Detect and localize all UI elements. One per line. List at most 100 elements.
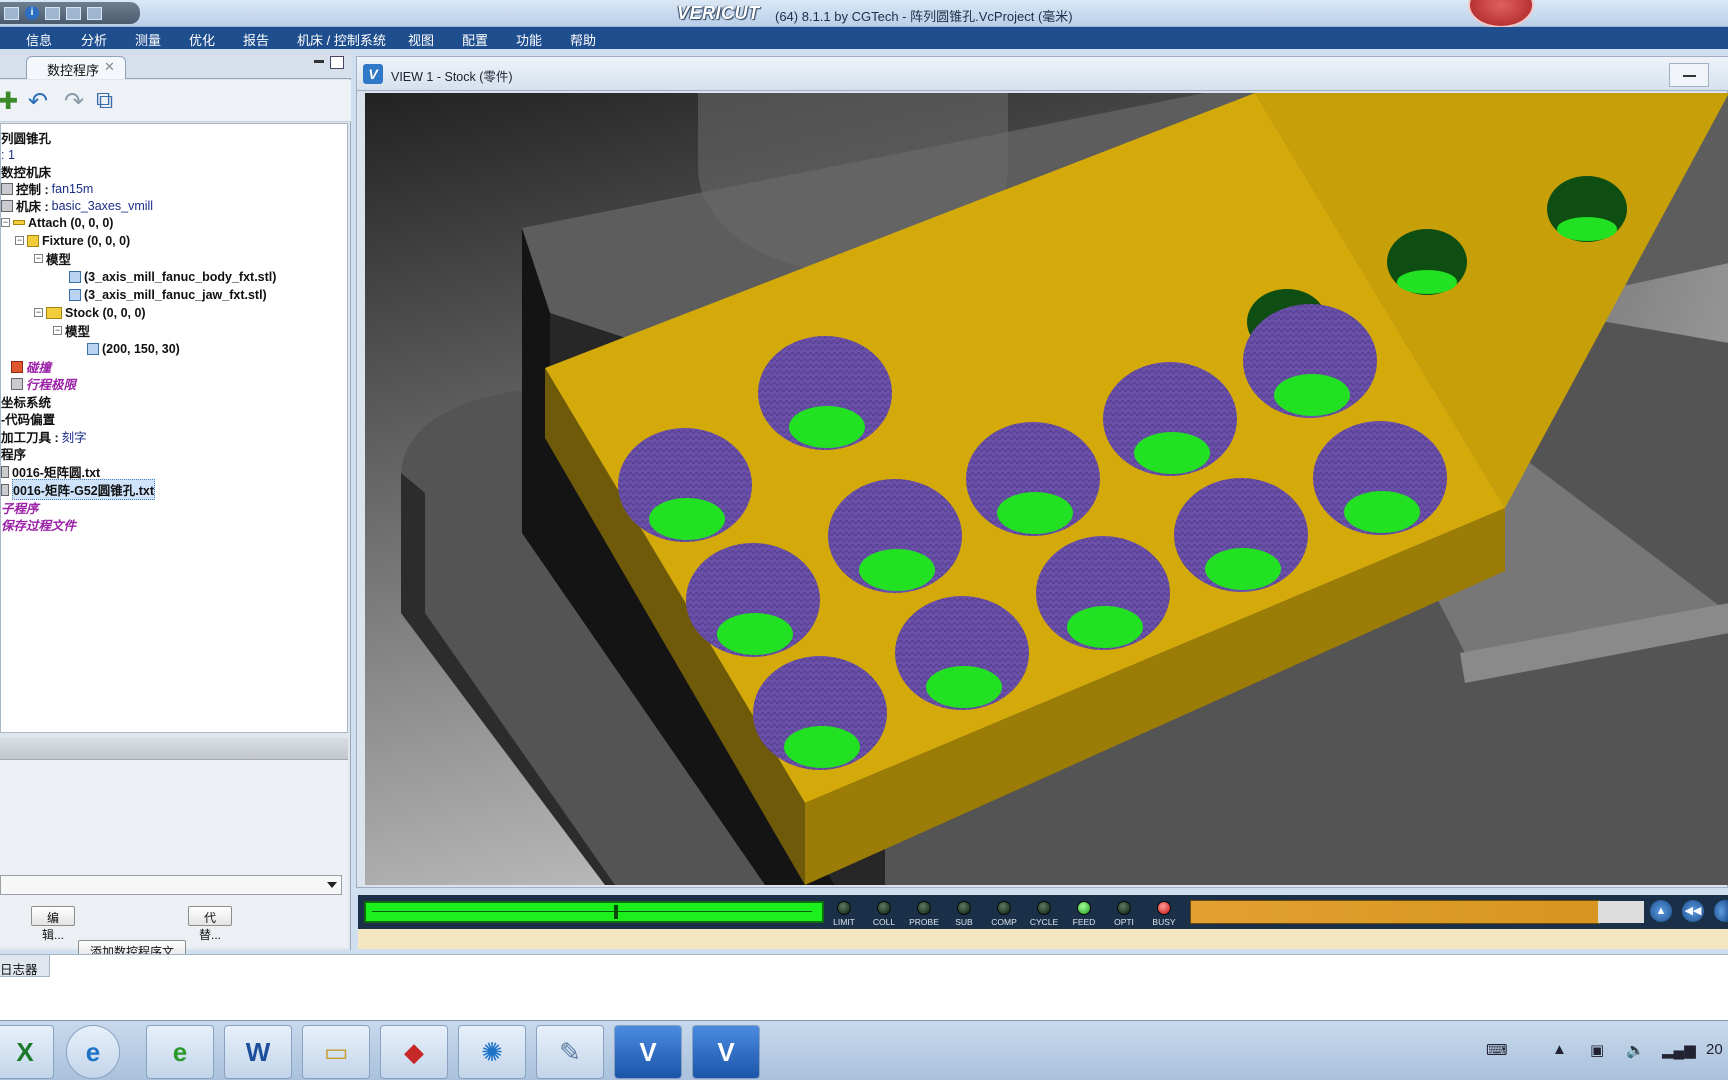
tree-node-subroutines[interactable]: 子程序 xyxy=(1,499,39,516)
vericut-window-1-icon[interactable]: V xyxy=(614,1025,682,1079)
info-icon[interactable]: i xyxy=(25,6,39,20)
machining-simulation xyxy=(365,93,1728,885)
progress-slider-thumb[interactable] xyxy=(614,905,618,919)
vericut-window-2-icon[interactable]: V xyxy=(692,1025,760,1079)
step-icon[interactable] xyxy=(1714,900,1728,922)
add-icon[interactable]: ✚ xyxy=(0,87,18,116)
simulation-progress-bar[interactable] xyxy=(364,901,824,923)
collapse-icon[interactable]: − xyxy=(53,326,62,335)
split-view-icon[interactable] xyxy=(66,6,81,20)
network-tray-icon[interactable]: ▣ xyxy=(1590,1041,1604,1059)
word-icon[interactable]: W xyxy=(224,1025,292,1079)
collapse-icon[interactable]: − xyxy=(1,218,10,227)
menu-info[interactable]: 信息 xyxy=(26,30,52,49)
tree-node-nc-machine[interactable]: 数控机床 xyxy=(1,163,51,180)
collapse-icon[interactable]: − xyxy=(34,308,43,317)
tree-node-collision[interactable]: 碰撞 xyxy=(11,358,51,375)
window-title: (64) 8.1.1 by CGTech - 阵列圆锥孔.VcProject (… xyxy=(775,9,1073,24)
menu-measure[interactable]: 测量 xyxy=(135,30,161,49)
tree-node-fixture[interactable]: − Fixture (0, 0, 0) xyxy=(15,232,130,249)
tree-node-program-1[interactable]: 0016-矩阵圆.txt xyxy=(1,463,100,480)
browser-icon[interactable]: e xyxy=(146,1025,214,1079)
collapse-icon[interactable]: − xyxy=(34,254,43,263)
app-menu-icon[interactable] xyxy=(4,6,19,20)
signal-icon[interactable]: ▂▄▆ xyxy=(1662,1041,1696,1059)
reset-model-icon[interactable]: ▲ xyxy=(1650,900,1672,922)
hole-bottom xyxy=(1274,374,1350,416)
hole-bottom xyxy=(649,498,725,540)
tree-node-machine[interactable]: 机床 : basic_3axes_vmill xyxy=(1,197,153,214)
menu-config[interactable]: 配置 xyxy=(462,30,488,49)
cad-app-icon[interactable]: ◆ xyxy=(380,1025,448,1079)
panel-splitter[interactable] xyxy=(0,738,348,760)
tree-node-travel-limits[interactable]: 行程极限 xyxy=(11,375,76,392)
menu-machine-control[interactable]: 机床 / 控制系统 xyxy=(297,30,386,49)
menu-optimize[interactable]: 优化 xyxy=(189,30,215,49)
file-icon xyxy=(1,483,9,496)
program-type-select[interactable] xyxy=(0,875,342,895)
undo-icon[interactable]: ↶ xyxy=(28,87,48,116)
tree-node-control[interactable]: 控制 : fan15m xyxy=(1,180,93,197)
panel-float-icon[interactable] xyxy=(330,56,344,69)
tree-node-block[interactable]: (200, 150, 30) xyxy=(87,340,180,357)
tree-node-saved-in-process[interactable]: 保存过程文件 xyxy=(1,516,76,533)
replace-button[interactable]: 代替... xyxy=(188,906,232,942)
edit-button[interactable]: 编辑... xyxy=(31,906,75,942)
view-title: VIEW 1 - Stock (零件) xyxy=(391,70,513,84)
animation-speed-bar[interactable] xyxy=(1190,900,1600,924)
notepad-icon[interactable]: ✎ xyxy=(536,1025,604,1079)
logger-panel: 日志器 xyxy=(0,954,1728,1020)
quad-view-icon[interactable] xyxy=(87,6,102,20)
rewind-icon[interactable]: ◀◀ xyxy=(1682,900,1704,922)
tree-node-g-code-offsets[interactable]: -代码偏置 xyxy=(1,410,55,427)
view-minimize-button[interactable] xyxy=(1669,63,1709,87)
tab-close-icon[interactable]: ✕ xyxy=(104,59,115,75)
travel-limit-icon xyxy=(11,377,23,390)
tab-label: 数控程序 xyxy=(47,63,100,78)
led-sub: SUB xyxy=(946,901,982,927)
tree-node-tooling[interactable]: 加工刀具 : 刻字 xyxy=(1,428,87,445)
keyboard-icon[interactable]: ⌨ xyxy=(1486,1041,1508,1059)
vericut-logo-icon: V xyxy=(363,64,383,84)
animation-speed-remaining xyxy=(1598,901,1644,923)
3d-scene[interactable] xyxy=(365,93,1728,885)
chevron-down-icon xyxy=(327,882,337,888)
led-opti: OPTI xyxy=(1106,901,1142,927)
panel-minimize-icon[interactable] xyxy=(314,60,324,63)
tree-node-body-stl[interactable]: (3_axis_mill_fanuc_body_fxt.stl) xyxy=(69,268,276,285)
tree-node-program-2[interactable]: 0016-矩阵-G52圆锥孔.txt xyxy=(1,479,156,500)
menu-report[interactable]: 报告 xyxy=(243,30,269,49)
file-explorer-icon[interactable]: ▭ xyxy=(302,1025,370,1079)
volume-icon[interactable]: 🔈 xyxy=(1626,1041,1645,1059)
graphics-view: V VIEW 1 - Stock (零件) xyxy=(356,56,1728,888)
tree-node-coordinate-system[interactable]: 坐标系统 xyxy=(1,393,51,410)
block-icon xyxy=(87,342,99,355)
tree-node-stock-model[interactable]: − 模型 xyxy=(53,322,90,339)
tree-node-nc-programs[interactable]: 程序 xyxy=(1,445,26,462)
clock[interactable]: 20 xyxy=(1706,1041,1723,1058)
record-button[interactable] xyxy=(1468,0,1534,28)
copy-icon[interactable]: ⧉ xyxy=(96,87,113,115)
tree-node-setup[interactable]: : 1 xyxy=(1,146,15,163)
single-view-icon[interactable] xyxy=(45,6,60,20)
redo-icon[interactable]: ↷ xyxy=(64,87,84,116)
collapse-icon[interactable]: − xyxy=(15,236,24,245)
tree-node-stock[interactable]: − Stock (0, 0, 0) xyxy=(34,304,146,321)
view-title-bar: V VIEW 1 - Stock (零件) xyxy=(357,57,1728,91)
menu-function[interactable]: 功能 xyxy=(516,30,542,49)
feed-led-icon xyxy=(1077,901,1091,915)
menu-help[interactable]: 帮助 xyxy=(570,30,596,49)
show-hidden-icons-icon[interactable]: ▲ xyxy=(1552,1041,1567,1058)
tree-node-project[interactable]: 列圆锥孔 xyxy=(1,129,51,146)
tab-logger[interactable]: 日志器 xyxy=(0,955,50,977)
tree-node-jaw-stl[interactable]: (3_axis_mill_fanuc_jaw_fxt.stl) xyxy=(69,286,267,303)
windows-taskbar: X e e W ▭ ◆ ✺ ✎ V V ⌨ ▲ ▣ 🔈 ▂▄▆ 20 xyxy=(0,1020,1728,1080)
menu-analysis[interactable]: 分析 xyxy=(81,30,107,49)
machine-icon xyxy=(1,199,13,212)
tree-node-fixture-model[interactable]: − 模型 xyxy=(34,250,71,267)
menu-view[interactable]: 视图 xyxy=(408,30,434,49)
search-app-icon[interactable]: ✺ xyxy=(458,1025,526,1079)
tree-node-attach[interactable]: − Attach (0, 0, 0) xyxy=(1,214,113,231)
internet-explorer-icon[interactable]: e xyxy=(66,1025,120,1079)
excel-icon[interactable]: X xyxy=(0,1025,54,1079)
